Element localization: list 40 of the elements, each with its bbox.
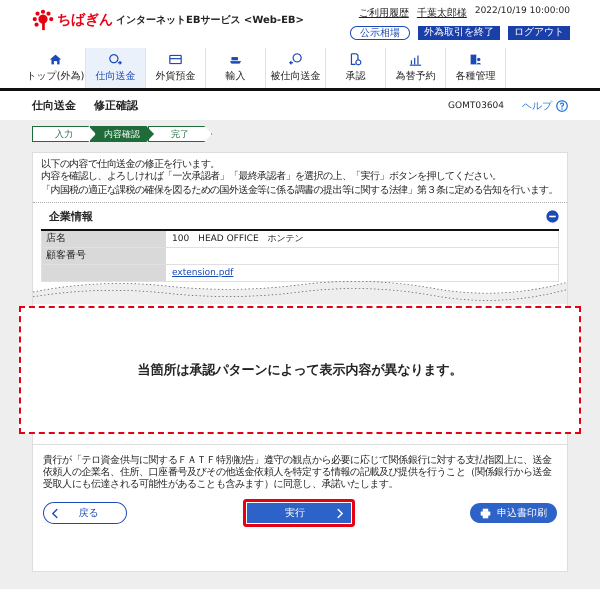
annotation-text: 当箇所は承認パターンによって表示内容が異なります。	[138, 362, 462, 379]
document-check-icon	[349, 53, 362, 66]
history-link[interactable]: ご利用履歴	[358, 6, 409, 20]
service-name: インターネットEBサービス <Web-EB>	[116, 14, 304, 27]
chart-icon	[409, 53, 422, 66]
printer-icon	[480, 508, 491, 518]
print-button[interactable]: 申込書印刷	[470, 503, 557, 523]
consent-text: 貴行が「テロ資金供与に関するＦＡＴＦ特別勧告」遵守の観点から必要に応じて関係銀行に対する支払指図上に、送金依頼人の企業名、住所、口座番号及びその他送金依頼人を特定する情報の記載及び提供を行うこと（関係銀行から送金受取人にも伝達される可能性があることも含みます）に同意し、承諾いたします。	[43, 455, 553, 491]
end-button[interactable]: 外為取引を終了	[418, 26, 500, 40]
field-label: 顧客番号	[42, 248, 166, 264]
progress-step: 入力	[32, 126, 96, 142]
file-link[interactable]: extension.pdf	[172, 268, 234, 278]
page-subtitle: 修正確認	[94, 98, 138, 113]
profile-card-icon	[469, 53, 482, 66]
field-value: 100 HEAD OFFICE ホンテン	[171, 233, 305, 246]
datetime: 2022/10/19 10:00:00	[474, 6, 570, 18]
progress-step: 内容確認	[90, 126, 154, 142]
user-link[interactable]: 千葉太郎様	[416, 6, 467, 20]
field-label: 店名	[42, 231, 166, 247]
collapse-icon[interactable]	[546, 210, 559, 222]
brand-name: ちばぎん	[57, 11, 113, 29]
help-icon[interactable]	[556, 100, 568, 112]
back-button[interactable]: 戻る	[43, 502, 127, 524]
instruction-text: 以下の内容で仕向送金の修正を行います。	[41, 159, 221, 170]
home-icon	[49, 53, 62, 66]
screen-id: GOMT03604	[448, 100, 504, 110]
page-title: 仕向送金	[32, 98, 76, 113]
chevron-left-icon	[52, 508, 59, 518]
logo-icon	[32, 9, 54, 31]
rates-button[interactable]: 公示相場	[350, 26, 410, 40]
execute-button[interactable]: 実行	[246, 503, 350, 523]
nav-tab[interactable]: 仕向送金	[86, 48, 146, 88]
instruction-text: 「内国税の適正な課税の確保を図るための国外送金等に係る調書の提出等に関する法律」第３条に定める告知を行います。	[41, 185, 559, 197]
instruction-text: 内容を確認し、よろしければ「一次承認者」「最終承認者」を選択の上、「実行」ボタンを押してください。	[41, 171, 503, 183]
logout-button[interactable]: ログアウト	[508, 26, 570, 40]
help-link[interactable]: ヘルプ	[522, 98, 552, 112]
card-icon	[169, 53, 182, 66]
progress-step: 完了	[148, 126, 212, 142]
section-title: 企業情報	[48, 208, 93, 224]
chevron-right-icon	[336, 508, 342, 518]
